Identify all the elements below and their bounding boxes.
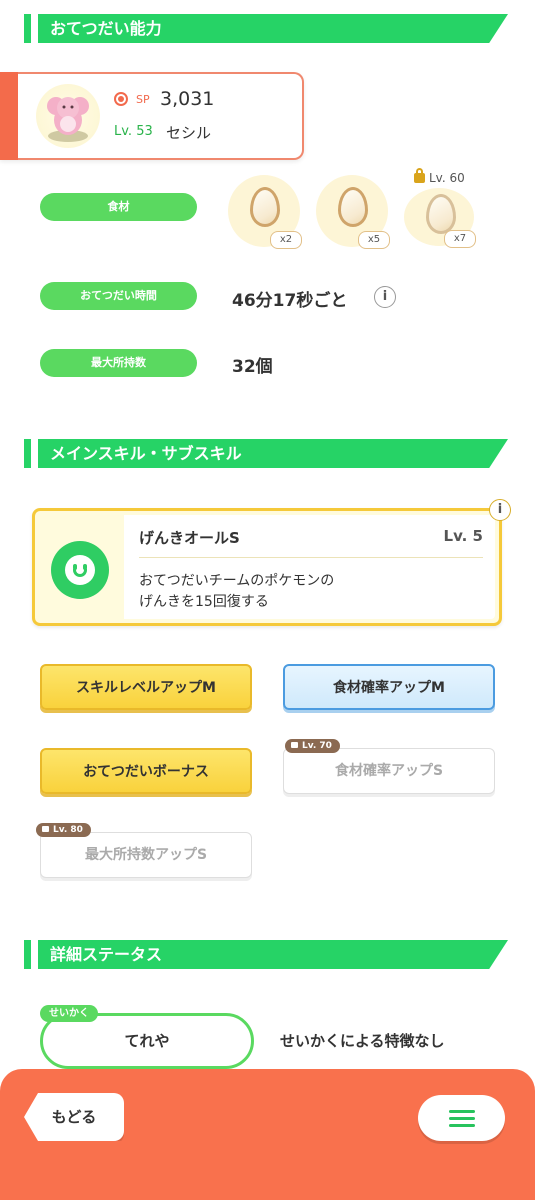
- smile-icon: [51, 541, 109, 599]
- section-title: おてつだい能力: [38, 14, 508, 43]
- pokemon-level: Lv. 53: [114, 124, 153, 139]
- section-tick: [24, 14, 31, 43]
- lock-icon: [414, 168, 425, 183]
- subskill-button-1[interactable]: スキルレベルアップM: [40, 664, 252, 710]
- skill-divider: [139, 557, 483, 558]
- subskill-lock-badge: Lv. 70: [285, 739, 340, 753]
- sp-icon: [114, 92, 128, 106]
- ingredients-label: 食材: [40, 193, 197, 221]
- section-header-details: 詳細ステータス: [24, 940, 508, 969]
- sp-label: SP: [136, 93, 150, 106]
- ingredient-lock-level: Lv. 60: [429, 171, 465, 185]
- egg-icon: [250, 187, 280, 227]
- main-skill-description: おてつだいチームのポケモンの げんきを15回復する: [139, 573, 335, 610]
- help-time-label: おてつだい時間: [40, 282, 197, 310]
- menu-button[interactable]: [418, 1095, 505, 1141]
- lock-icon: [42, 826, 49, 832]
- ingredient-count: x5: [358, 231, 390, 249]
- ingredient-count: x7: [444, 230, 476, 248]
- egg-icon: [426, 194, 456, 234]
- help-time-value: 46分17秒ごと: [232, 291, 348, 311]
- ingredient-slot-2[interactable]: x5: [316, 175, 390, 249]
- section-tick: [24, 439, 31, 468]
- main-skill-level: Lv. 5: [443, 527, 483, 545]
- section-tick: [24, 940, 31, 969]
- subskill-lock-level: Lv. 70: [302, 741, 332, 751]
- section-header-skills: メインスキル・サブスキル: [24, 439, 508, 468]
- ingredient-slot-3[interactable]: x7: [404, 188, 476, 248]
- subskill-button-2[interactable]: 食材確率アップM: [283, 664, 495, 710]
- egg-icon: [338, 187, 368, 227]
- hamburger-icon: [449, 1110, 475, 1127]
- max-carry-value: 32個: [232, 357, 273, 377]
- pokemon-card[interactable]: SP 3,031 Lv. 53 セシル: [0, 72, 304, 160]
- ingredient-count: x2: [270, 231, 302, 249]
- subskill-lock-badge: Lv. 80: [36, 823, 91, 837]
- nature-tag: せいかく: [40, 1005, 98, 1022]
- ingredient-lock-badge: Lv. 60: [414, 168, 465, 185]
- subskill-button-5[interactable]: 最大所持数アップS: [40, 832, 252, 878]
- ingredient-slot-1[interactable]: x2: [228, 175, 302, 249]
- max-carry-label: 最大所持数: [40, 349, 197, 377]
- pokemon-portrait: [36, 84, 100, 148]
- pokemon-name: セシル: [166, 124, 212, 142]
- subskill-button-3[interactable]: おてつだいボーナス: [40, 748, 252, 794]
- main-skill-card[interactable]: げんきオールS Lv. 5 おてつだいチームのポケモンの げんきを15回復する: [32, 508, 502, 626]
- main-skill-name: げんきオールS: [139, 529, 240, 547]
- card-accent: [0, 72, 18, 160]
- subskill-lock-level: Lv. 80: [53, 825, 83, 835]
- nature-effect: せいかくによる特徴なし: [280, 1032, 445, 1050]
- bottom-bar: もどる: [0, 1069, 535, 1200]
- section-title: メインスキル・サブスキル: [38, 439, 508, 468]
- back-button[interactable]: もどる: [24, 1093, 124, 1141]
- lock-icon: [291, 742, 298, 748]
- info-icon[interactable]: i: [374, 286, 396, 308]
- section-title: 詳細ステータス: [38, 940, 508, 969]
- section-header-ability: おてつだい能力: [24, 14, 508, 43]
- sp-value: 3,031: [160, 88, 215, 110]
- subskill-button-4[interactable]: 食材確率アップS: [283, 748, 495, 794]
- info-icon[interactable]: i: [489, 499, 511, 521]
